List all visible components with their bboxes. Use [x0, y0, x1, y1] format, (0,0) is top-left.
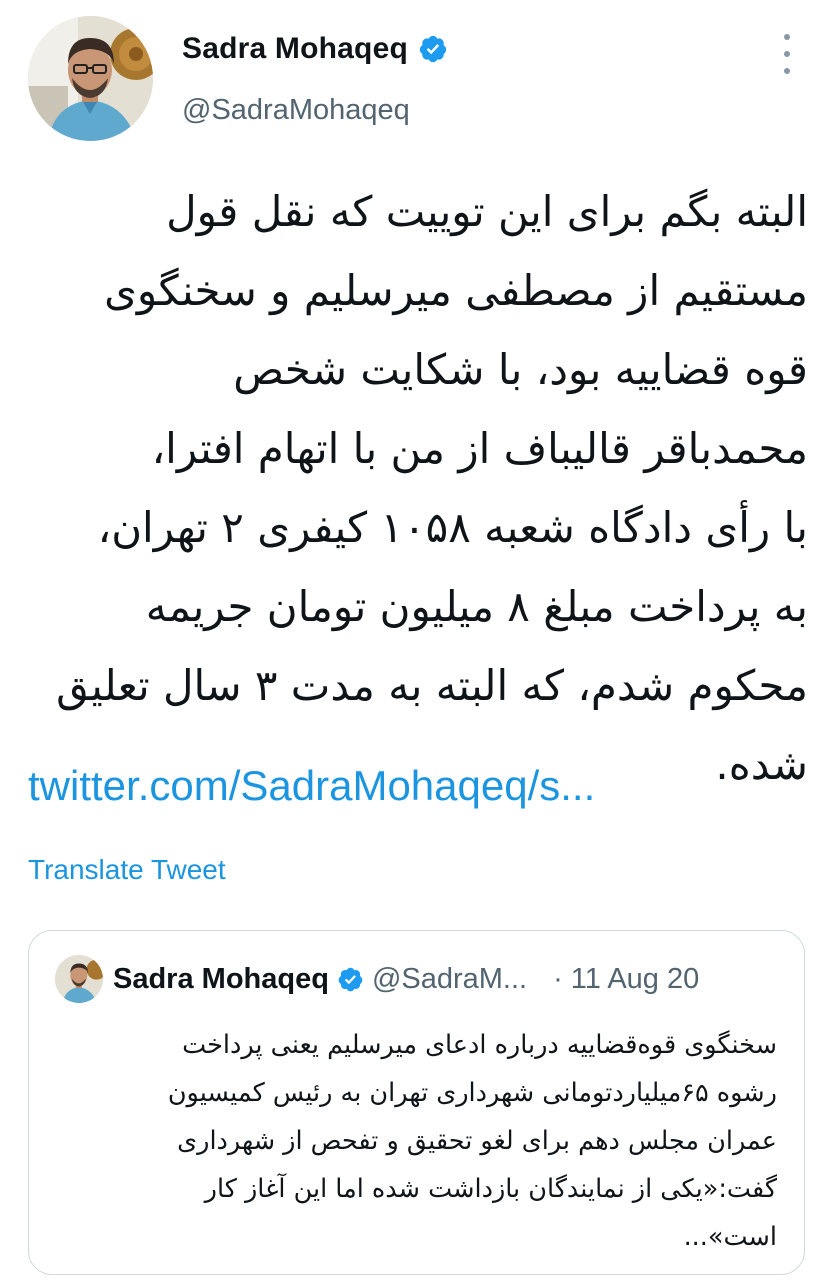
quoted-tweet-card[interactable]: Sadra Mohaqeq @SadraM... · 11 Aug 20 سخن… — [28, 930, 805, 1275]
quoted-author-name: Sadra Mohaqeq — [113, 962, 329, 995]
quoted-tweet-date: 11 Aug 20 — [570, 962, 700, 995]
verified-badge-icon — [419, 35, 447, 63]
tweet-text-line: مستقیم از مصطفی میرسلیم و سخنگوی — [104, 266, 808, 315]
quoted-text-line: رشوه ۶۵میلیاردتومانی شهرداری تهران به رئ… — [167, 1078, 777, 1108]
tweet-header: Sadra Mohaqeq @SadraMohaqeq — [0, 0, 833, 160]
quoted-text-line: است»... — [683, 1222, 777, 1252]
author-handle[interactable]: @SadraMohaqeq — [182, 94, 410, 127]
tweet-text-line: محمدباقر قالیباف از من با اتهام افترا، — [151, 424, 808, 473]
tweet-text: البته بگم برای این توییت که نقل قول مستق… — [28, 172, 808, 804]
tweet-link[interactable]: twitter.com/SadraMohaqeq/s... — [28, 762, 595, 810]
quoted-tweet-header: Sadra Mohaqeq @SadraM... · 11 Aug 20 — [55, 955, 699, 1003]
tweet-text-line: البته بگم برای این توییت که نقل قول — [166, 187, 808, 236]
quoted-author-avatar — [55, 955, 103, 1003]
tweet-text-line: قوه قضاییه بود، با شکایت شخص — [233, 345, 808, 394]
more-dot — [784, 51, 790, 57]
more-dot — [784, 34, 790, 40]
tweet-text-line: با رأی دادگاه شعبه ۱۰۵۸ کیفری ۲ تهران، — [97, 503, 808, 552]
quoted-text-line: گفت:«یکی از نمایندگان بازداشت شده اما ای… — [204, 1174, 777, 1204]
author-avatar[interactable] — [28, 16, 153, 141]
quoted-tweet-text: سخنگوی قوه‌قضاییه درباره ادعای میرسلیم ی… — [69, 1021, 777, 1261]
more-vertical-icon[interactable] — [776, 34, 798, 74]
dot-separator: · — [553, 962, 563, 995]
tweet-text-line: به پرداخت مبلغ ۸ میلیون تومان جریمه — [145, 582, 808, 631]
translate-tweet-button[interactable]: Translate Tweet — [28, 854, 226, 886]
verified-badge-icon — [338, 967, 363, 991]
author-display-name[interactable]: Sadra Mohaqeq — [182, 32, 408, 66]
quoted-text-line: سخنگوی قوه‌قضاییه درباره ادعای میرسلیم ی… — [182, 1030, 777, 1060]
tweet-text-line: محکوم شدم، که البته به مدت ۳ سال تعلیق — [56, 661, 808, 710]
more-dot — [784, 68, 790, 74]
author-name-row: Sadra Mohaqeq — [182, 32, 448, 66]
quoted-author-handle: @SadraM... — [371, 962, 528, 995]
quoted-text-line: عمران مجلس دهم برای لغو تحقیق و تفحص از … — [177, 1126, 777, 1156]
